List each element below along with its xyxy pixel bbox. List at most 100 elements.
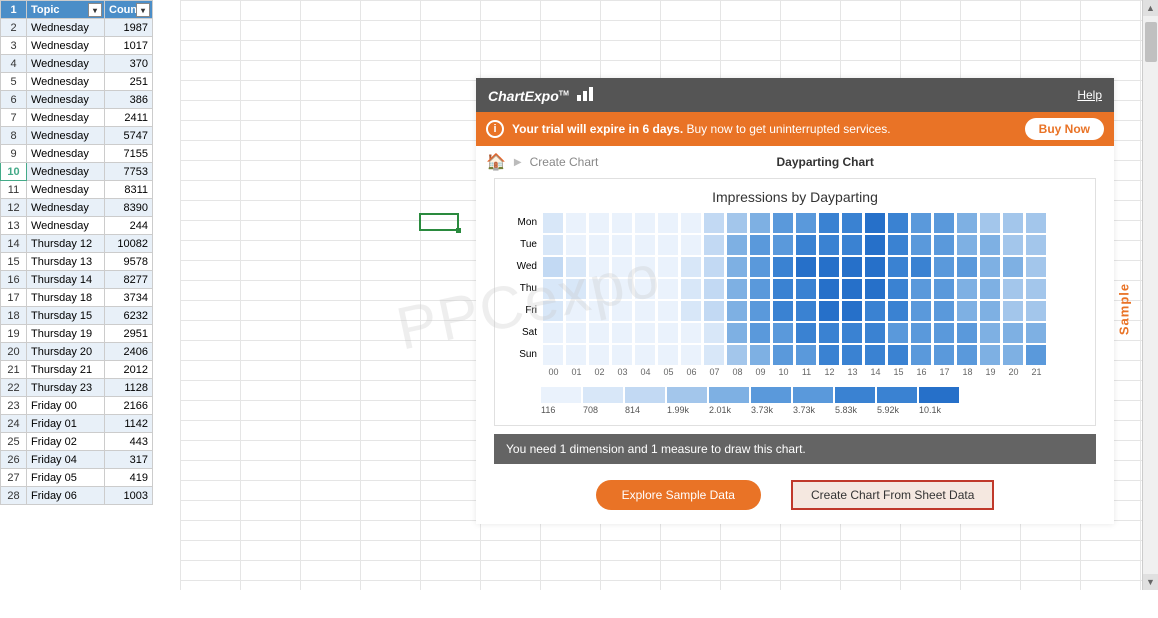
cell-count[interactable]: 244	[105, 217, 153, 235]
cell-count[interactable]: 2411	[105, 109, 153, 127]
row-header[interactable]: 21	[1, 361, 27, 379]
cell-topic[interactable]: Friday 02	[27, 433, 105, 451]
cell-topic[interactable]: Thursday 19	[27, 325, 105, 343]
row-header[interactable]: 14	[1, 235, 27, 253]
cell-topic[interactable]: Wednesday	[27, 55, 105, 73]
cell-count[interactable]: 2166	[105, 397, 153, 415]
row-header[interactable]: 10	[1, 163, 27, 181]
row-header[interactable]: 3	[1, 37, 27, 55]
row-header[interactable]: 8	[1, 127, 27, 145]
cell-count[interactable]: 1987	[105, 19, 153, 37]
row-header[interactable]: 11	[1, 181, 27, 199]
row-header[interactable]: 25	[1, 433, 27, 451]
cell-topic[interactable]: Wednesday	[27, 109, 105, 127]
cell-topic[interactable]: Thursday 12	[27, 235, 105, 253]
heatmap-cell	[957, 345, 977, 365]
cell-topic[interactable]: Thursday 13	[27, 253, 105, 271]
heatmap-cell	[727, 213, 747, 233]
cell-topic[interactable]: Wednesday	[27, 91, 105, 109]
row-header[interactable]: 22	[1, 379, 27, 397]
scroll-thumb[interactable]	[1145, 22, 1157, 62]
row-header[interactable]: 12	[1, 199, 27, 217]
row-header[interactable]: 17	[1, 289, 27, 307]
vertical-scrollbar[interactable]: ▲ ▼	[1142, 0, 1158, 590]
cell-count[interactable]: 10082	[105, 235, 153, 253]
cell-topic[interactable]: Friday 00	[27, 397, 105, 415]
cell-count[interactable]: 1003	[105, 487, 153, 505]
cell-count[interactable]: 1142	[105, 415, 153, 433]
row-header[interactable]: 7	[1, 109, 27, 127]
cell-count[interactable]: 2012	[105, 361, 153, 379]
cell-topic[interactable]: Wednesday	[27, 19, 105, 37]
row-header[interactable]: 6	[1, 91, 27, 109]
home-icon[interactable]: 🏠	[486, 152, 506, 172]
cell-count[interactable]: 370	[105, 55, 153, 73]
cell-topic[interactable]: Friday 05	[27, 469, 105, 487]
row-header[interactable]: 15	[1, 253, 27, 271]
cell-count[interactable]: 386	[105, 91, 153, 109]
cell-topic[interactable]: Wednesday	[27, 217, 105, 235]
row-header[interactable]: 1	[1, 1, 27, 19]
cell-topic[interactable]: Thursday 23	[27, 379, 105, 397]
buy-now-button[interactable]: Buy Now	[1025, 118, 1104, 140]
cell-count[interactable]: 2951	[105, 325, 153, 343]
scroll-up-icon[interactable]: ▲	[1143, 0, 1158, 16]
row-header[interactable]: 2	[1, 19, 27, 37]
cell-count[interactable]: 1128	[105, 379, 153, 397]
cell-topic[interactable]: Wednesday	[27, 37, 105, 55]
row-header[interactable]: 9	[1, 145, 27, 163]
cell-topic[interactable]: Friday 01	[27, 415, 105, 433]
row-header[interactable]: 26	[1, 451, 27, 469]
row-header[interactable]: 13	[1, 217, 27, 235]
help-link[interactable]: Help	[1077, 88, 1102, 102]
cell-topic[interactable]: Thursday 14	[27, 271, 105, 289]
cell-count[interactable]: 8311	[105, 181, 153, 199]
row-header[interactable]: 20	[1, 343, 27, 361]
cell-topic[interactable]: Wednesday	[27, 181, 105, 199]
cell-topic[interactable]: Thursday 18	[27, 289, 105, 307]
cell-count[interactable]: 2406	[105, 343, 153, 361]
row-header[interactable]: 19	[1, 325, 27, 343]
filter-icon[interactable]: ▾	[136, 3, 150, 17]
row-header[interactable]: 4	[1, 55, 27, 73]
cell-count[interactable]: 6232	[105, 307, 153, 325]
cell-topic[interactable]: Wednesday	[27, 73, 105, 91]
create-chart-button[interactable]: Create Chart From Sheet Data	[791, 480, 994, 510]
cell-count[interactable]: 7753	[105, 163, 153, 181]
cell-topic[interactable]: Wednesday	[27, 127, 105, 145]
cell-count[interactable]: 8390	[105, 199, 153, 217]
cell-topic[interactable]: Topic▾	[27, 1, 105, 19]
row-header[interactable]: 23	[1, 397, 27, 415]
cell-count[interactable]: 5747	[105, 127, 153, 145]
cell-topic[interactable]: Thursday 20	[27, 343, 105, 361]
cell-count[interactable]: 317	[105, 451, 153, 469]
cell-topic[interactable]: Thursday 15	[27, 307, 105, 325]
row-header[interactable]: 24	[1, 415, 27, 433]
cell-topic[interactable]: Friday 06	[27, 487, 105, 505]
cell-count[interactable]: 443	[105, 433, 153, 451]
row-header[interactable]: 18	[1, 307, 27, 325]
explore-sample-button[interactable]: Explore Sample Data	[596, 480, 761, 510]
cell-count[interactable]: 3734	[105, 289, 153, 307]
filter-icon[interactable]: ▾	[88, 3, 102, 17]
cell-topic[interactable]: Thursday 21	[27, 361, 105, 379]
cell-count[interactable]: Count▾	[105, 1, 153, 19]
fill-handle[interactable]	[456, 228, 461, 233]
row-header[interactable]: 5	[1, 73, 27, 91]
cell-topic[interactable]: Wednesday	[27, 145, 105, 163]
cell-topic[interactable]: Wednesday	[27, 163, 105, 181]
row-header[interactable]: 16	[1, 271, 27, 289]
cell-topic[interactable]: Wednesday	[27, 199, 105, 217]
sample-tab[interactable]: Sample	[1116, 283, 1131, 335]
cell-count[interactable]: 419	[105, 469, 153, 487]
row-header[interactable]: 28	[1, 487, 27, 505]
cell-topic[interactable]: Friday 04	[27, 451, 105, 469]
cell-count[interactable]: 1017	[105, 37, 153, 55]
cell-count[interactable]: 251	[105, 73, 153, 91]
heatmap-cell	[566, 301, 586, 321]
cell-count[interactable]: 7155	[105, 145, 153, 163]
scroll-down-icon[interactable]: ▼	[1143, 574, 1158, 590]
cell-count[interactable]: 9578	[105, 253, 153, 271]
row-header[interactable]: 27	[1, 469, 27, 487]
cell-count[interactable]: 8277	[105, 271, 153, 289]
